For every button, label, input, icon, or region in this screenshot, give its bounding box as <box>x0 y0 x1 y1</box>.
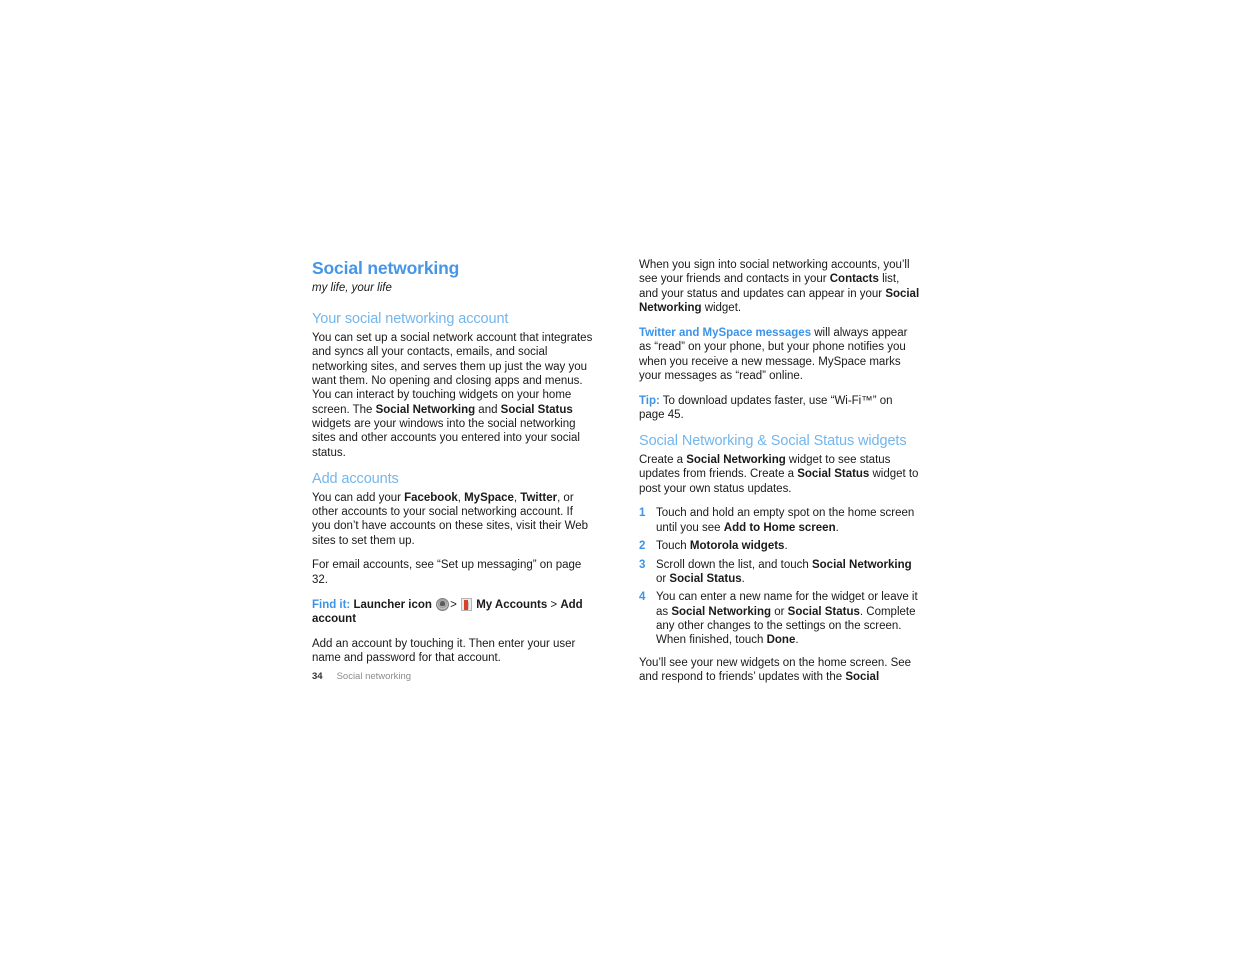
tip-wifi-updates: Tip: To download updates faster, use “Wi… <box>639 394 920 423</box>
bold-twitter: Twitter <box>520 491 558 504</box>
text-run: You can add your <box>312 491 405 504</box>
step-number: 2 <box>639 540 646 553</box>
text-run: . <box>741 572 745 585</box>
footer-chapter-title: Social networking <box>336 671 412 682</box>
text-space <box>432 599 435 611</box>
bold-social-status: Social Status <box>787 605 860 618</box>
step-number: 1 <box>639 507 646 520</box>
left-column: Social networking my life, your life You… <box>312 258 593 676</box>
bold-social-networking: Social Networking <box>811 558 912 571</box>
find-it-step-my-accounts: My Accounts <box>476 598 548 611</box>
paragraph-widgets-closing: You’ll see your new widgets on the home … <box>639 656 920 685</box>
find-it-label: Find it: <box>312 598 351 611</box>
text-run: Scroll down the list, and touch <box>656 558 812 571</box>
bold-facebook: Facebook <box>404 491 458 504</box>
find-it-step-launcher: Launcher icon <box>353 598 432 611</box>
page-title: Social networking <box>312 258 460 278</box>
bold-social-networking: Social Networking <box>686 453 786 466</box>
chapter-tagline: my life, your life <box>312 282 392 294</box>
bold-social-status: Social Status <box>669 572 742 585</box>
section-heading-social-networking-and-social-status-widgets: Social Networking & Social Status widget… <box>639 432 907 449</box>
paragraph-add-accounts: You can add your Facebook, MySpace, Twit… <box>312 491 593 548</box>
list-item: 4 You can enter a new name for the widget… <box>639 590 920 647</box>
list-item: 1 Touch and hold an empty spot on the hom… <box>639 506 920 535</box>
bold-social-networking: Social Networking <box>671 605 772 618</box>
bold-done: Done <box>766 634 796 647</box>
step-number: 3 <box>639 558 646 571</box>
path-separator-1: > <box>450 598 457 611</box>
widget-creation-steps: 1 Touch and hold an empty spot on the hom… <box>639 506 920 647</box>
bold-myspace: MySpace <box>464 491 514 504</box>
list-item: 2 Touch Motorola widgets. <box>639 539 920 553</box>
note-twitter-myspace-messages: Twitter and MySpace messages will always… <box>639 326 920 383</box>
right-column: When you sign into social networking acc… <box>639 258 920 684</box>
tip-label: Tip: <box>639 394 660 407</box>
bold-social-status: Social Status <box>500 403 573 416</box>
list-item: 3 Scroll down the list, and touch Social … <box>639 558 920 587</box>
section-heading-your-social-networking-account: Your social networking account <box>312 311 509 327</box>
bold-social-networking: Social Networking <box>375 403 476 416</box>
paragraph-widgets-intro: Create a Social Networking widget to see… <box>639 453 920 496</box>
step-number: 4 <box>639 591 646 604</box>
page-footer: 34 Social networking <box>312 671 411 683</box>
bold-add-to-home-screen: Add to Home screen <box>723 521 836 534</box>
text-space <box>457 599 460 611</box>
bold-social: Social <box>845 670 880 683</box>
text-run: . <box>795 634 799 647</box>
text-run: Create a <box>639 453 687 466</box>
bold-contacts: Contacts <box>829 273 879 286</box>
text-run: . <box>835 521 839 534</box>
my-accounts-icon <box>461 597 472 611</box>
bold-social-status: Social Status <box>797 468 870 481</box>
section-heading-add-accounts: Add accounts <box>312 470 399 487</box>
text-run: Touch <box>656 540 690 553</box>
paragraph-add-account-instructions: Add an account by touching it. Then ente… <box>312 637 576 665</box>
paragraph-sign-in-overview: When you sign into social networking acc… <box>639 258 920 315</box>
manual-page: Social networking my life, your life You… <box>0 0 1235 954</box>
note-runin-label: Twitter and MySpace messages <box>639 326 812 339</box>
text-run: or <box>771 605 788 618</box>
find-it-navigation-path: Find it: Launcher icon > My Accounts > A… <box>312 597 593 627</box>
text-run: To download updates faster, use “Wi-Fi™”… <box>639 394 893 422</box>
paragraph-social-account-overview: You can set up a social network account … <box>312 331 593 460</box>
text-run: widgets are your windows into the social… <box>312 418 580 459</box>
footer-page-number: 34 <box>312 671 323 682</box>
bold-motorola-widgets: Motorola widgets <box>689 540 785 553</box>
text-run: widget. <box>701 302 742 315</box>
text-run: or <box>656 572 670 585</box>
launcher-icon <box>436 597 450 611</box>
text-run: . <box>784 540 788 553</box>
text-run: and <box>475 403 501 416</box>
paragraph-email-accounts-crossref: For email accounts, see “Set up messagin… <box>312 559 582 586</box>
